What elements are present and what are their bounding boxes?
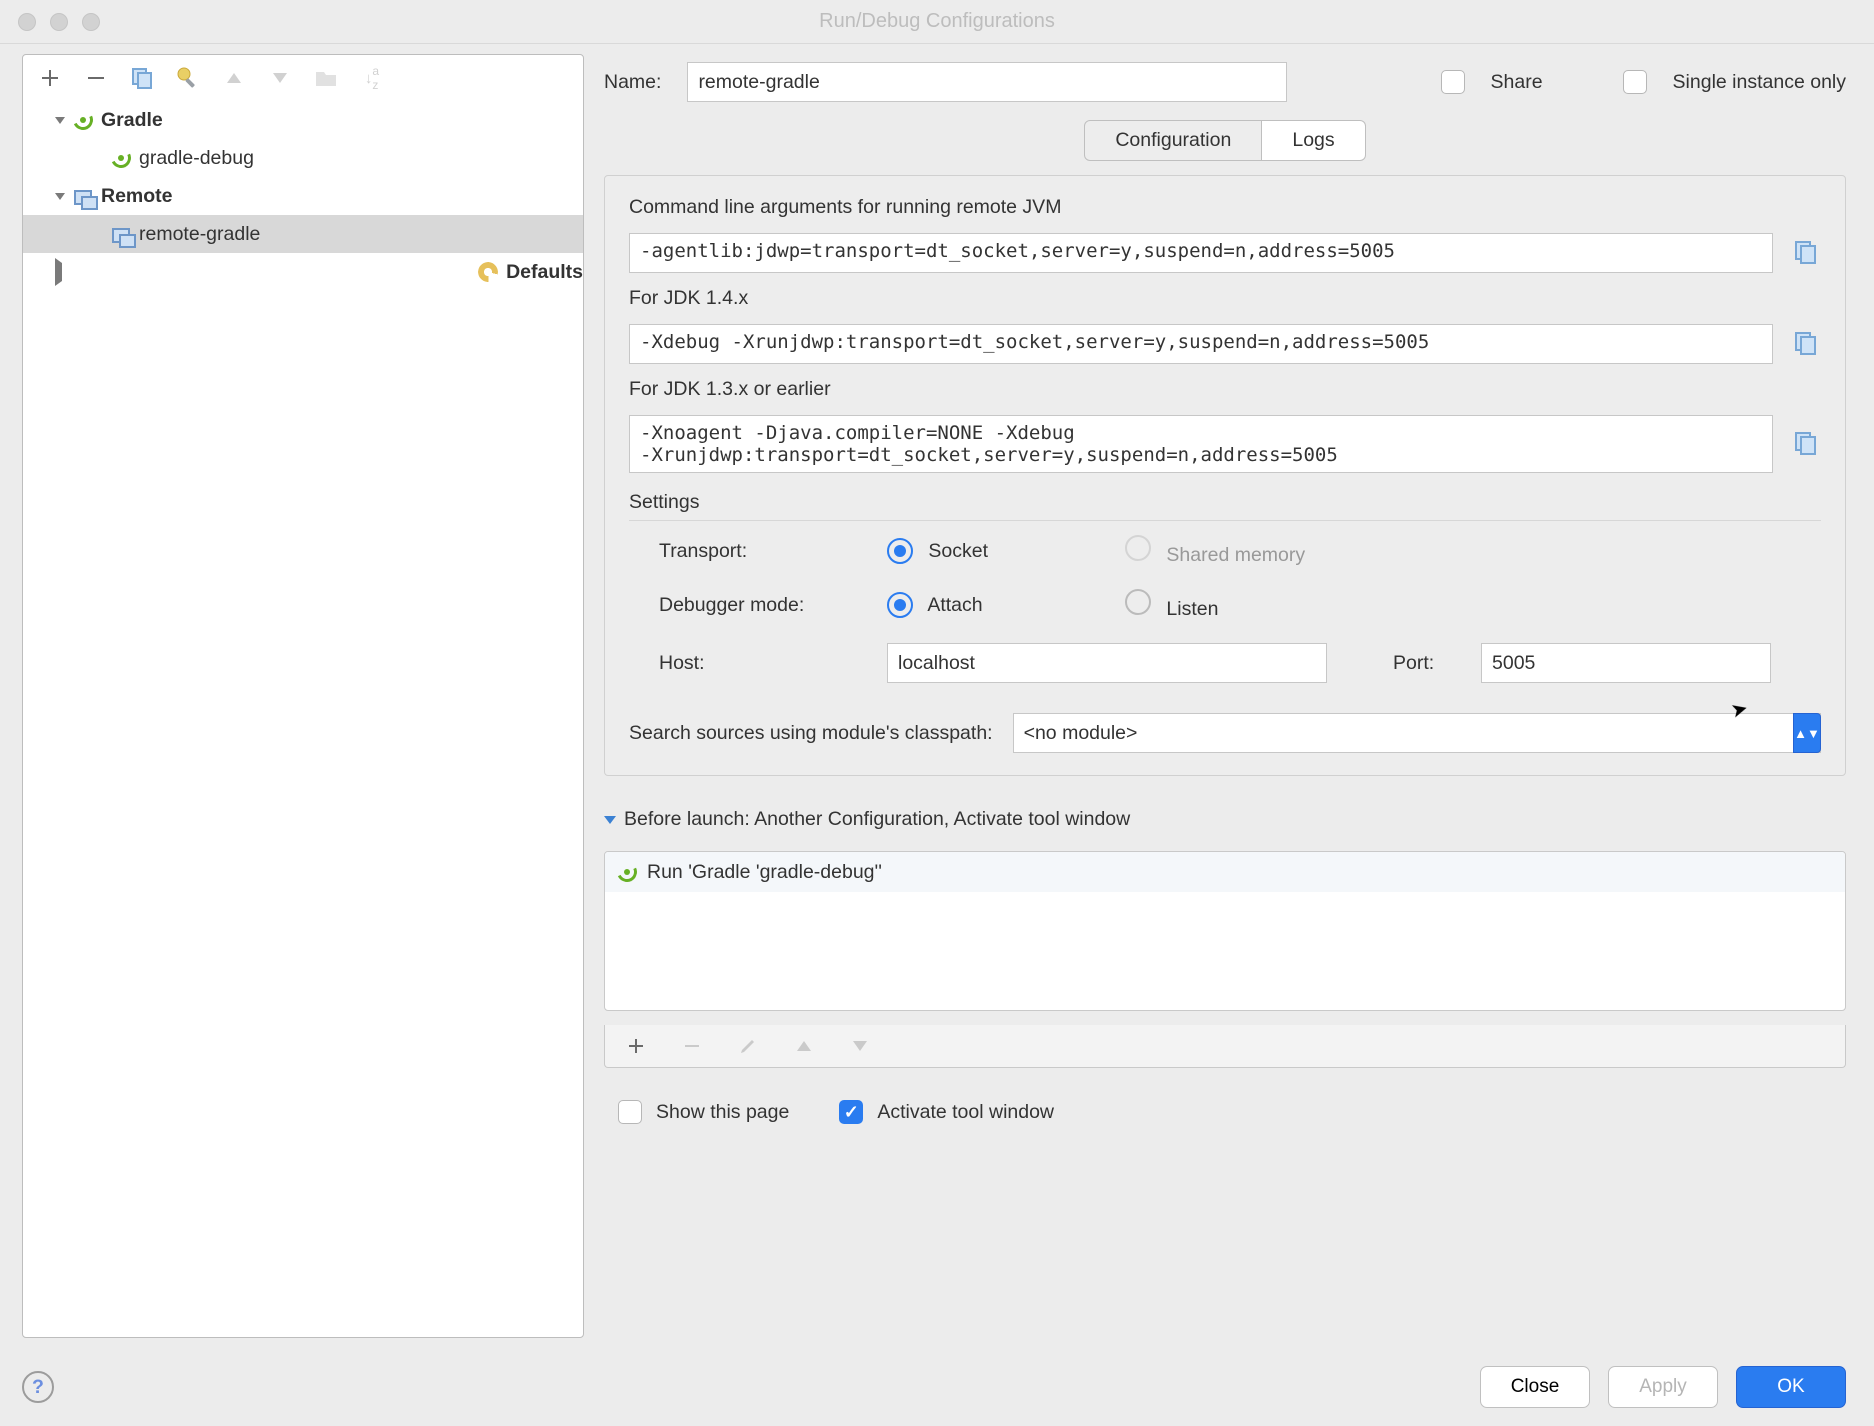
share-checkbox[interactable]: [1441, 70, 1465, 94]
name-label: Name:: [604, 71, 661, 94]
caret-updown-icon: [1793, 713, 1821, 753]
bottom-checks: Show this page Activate tool window: [604, 1100, 1846, 1124]
dialog-footer: ? Close Apply OK: [0, 1356, 1874, 1426]
close-button[interactable]: Close: [1480, 1366, 1590, 1408]
name-input[interactable]: [687, 62, 1287, 102]
show-this-page-label: Show this page: [656, 1101, 789, 1124]
tree-label: Remote: [101, 185, 173, 208]
show-this-page-checkbox[interactable]: [618, 1100, 642, 1124]
move-up-icon[interactable]: [219, 63, 249, 93]
tab-bar: Configuration Logs: [604, 120, 1846, 161]
maximize-window-icon[interactable]: [82, 13, 100, 31]
activate-tool-window-checkbox[interactable]: [839, 1100, 863, 1124]
copy-icon[interactable]: [1793, 430, 1821, 458]
move-task-down-icon[interactable]: [845, 1031, 875, 1061]
gradle-icon: [71, 108, 95, 132]
tree-node-remote-gradle[interactable]: remote-gradle: [23, 215, 583, 253]
minimize-window-icon[interactable]: [50, 13, 68, 31]
add-configuration-icon[interactable]: [35, 63, 65, 93]
tab-configuration[interactable]: Configuration: [1084, 120, 1262, 161]
folder-icon[interactable]: [311, 63, 341, 93]
copy-icon[interactable]: [1793, 239, 1821, 267]
tab-logs[interactable]: Logs: [1262, 120, 1365, 161]
traffic-lights: [18, 13, 100, 31]
ok-button[interactable]: OK: [1736, 1366, 1846, 1408]
before-launch-toolbar: [604, 1025, 1846, 1068]
list-item[interactable]: Run 'Gradle 'gradle-debug'': [605, 852, 1845, 892]
remove-configuration-icon[interactable]: [81, 63, 111, 93]
mode-listen-radio[interactable]: [1125, 589, 1151, 615]
host-input[interactable]: [887, 643, 1327, 683]
mode-label: Debugger mode:: [659, 594, 879, 617]
jdk14-label: For JDK 1.4.x: [629, 287, 1821, 310]
jdk13-label: For JDK 1.3.x or earlier: [629, 378, 1821, 401]
port-input[interactable]: [1481, 643, 1771, 683]
jdk13-value[interactable]: -Xnoagent -Djava.compiler=NONE -Xdebug -…: [629, 415, 1773, 473]
module-select-input[interactable]: <no module>: [1013, 713, 1821, 753]
chevron-down-icon: [55, 193, 65, 200]
remove-task-icon[interactable]: [677, 1031, 707, 1061]
before-launch-list: Run 'Gradle 'gradle-debug'': [604, 851, 1846, 1011]
before-launch-header[interactable]: Before launch: Another Configuration, Ac…: [604, 808, 1846, 831]
remote-icon: [109, 222, 133, 246]
port-label: Port:: [1393, 652, 1473, 675]
close-window-icon[interactable]: [18, 13, 36, 31]
help-icon[interactable]: ?: [22, 1371, 54, 1403]
tree-node-remote[interactable]: Remote: [23, 177, 583, 215]
tree-label: Defaults: [506, 261, 583, 284]
copy-icon[interactable]: [1793, 330, 1821, 358]
chevron-right-icon: [55, 258, 470, 286]
title-bar: Run/Debug Configurations: [0, 0, 1874, 44]
tree-node-gradle[interactable]: Gradle: [23, 101, 583, 139]
before-launch-task: Run 'Gradle 'gradle-debug'': [647, 861, 882, 884]
add-task-icon[interactable]: [621, 1031, 651, 1061]
share-label: Share: [1491, 71, 1543, 94]
sort-az-icon[interactable]: ↓az: [357, 63, 387, 93]
move-down-icon[interactable]: [265, 63, 295, 93]
host-label: Host:: [659, 652, 879, 675]
configuration-panel: Command line arguments for running remot…: [604, 175, 1846, 776]
transport-socket-label: Socket: [928, 540, 988, 562]
chevron-down-icon: [55, 117, 65, 124]
transport-shared-radio: [1125, 535, 1151, 561]
cmdline-value[interactable]: -agentlib:jdwp=transport=dt_socket,serve…: [629, 233, 1773, 273]
transport-label: Transport:: [659, 540, 879, 563]
configurations-sidebar: ↓az Gradle gradle-debug Remote: [22, 54, 584, 1338]
mode-attach-radio[interactable]: [887, 592, 913, 618]
transport-socket-radio[interactable]: [887, 538, 913, 564]
cmdline-label: Command line arguments for running remot…: [629, 196, 1821, 219]
activate-tool-window-label: Activate tool window: [877, 1101, 1054, 1124]
jdk14-value[interactable]: -Xdebug -Xrunjdwp:transport=dt_socket,se…: [629, 324, 1773, 364]
single-instance-label: Single instance only: [1673, 71, 1846, 94]
settings-block: Settings Transport: Socket Shared memory: [629, 491, 1821, 683]
tree-label: remote-gradle: [139, 223, 260, 246]
mode-attach-label: Attach: [927, 594, 982, 616]
gradle-icon: [615, 860, 639, 884]
move-task-up-icon[interactable]: [789, 1031, 819, 1061]
chevron-down-icon: [604, 816, 616, 824]
apply-button[interactable]: Apply: [1608, 1366, 1718, 1408]
remote-icon: [71, 184, 95, 208]
wrench-icon: [476, 260, 500, 284]
before-launch-title: Before launch: Another Configuration, Ac…: [624, 808, 1130, 831]
tree-node-defaults[interactable]: Defaults: [23, 253, 583, 291]
copy-configuration-icon[interactable]: [127, 63, 157, 93]
single-instance-checkbox[interactable]: [1623, 70, 1647, 94]
window-title: Run/Debug Configurations: [0, 10, 1874, 33]
sidebar-toolbar: ↓az: [23, 55, 583, 99]
tree-label: gradle-debug: [139, 147, 254, 170]
right-panel: Name: Share Single instance only Configu…: [596, 44, 1874, 1356]
transport-shared-label: Shared memory: [1166, 544, 1305, 566]
edit-templates-icon[interactable]: [173, 63, 203, 93]
search-sources-label: Search sources using module's classpath:: [629, 722, 993, 745]
gradle-icon: [109, 146, 133, 170]
mode-listen-label: Listen: [1166, 598, 1218, 620]
settings-title: Settings: [629, 491, 1821, 514]
tree-label: Gradle: [101, 109, 163, 132]
module-select[interactable]: <no module>: [1013, 713, 1821, 753]
edit-task-icon[interactable]: [733, 1031, 763, 1061]
tree-node-gradle-debug[interactable]: gradle-debug: [23, 139, 583, 177]
configurations-tree: Gradle gradle-debug Remote remote-gradle: [23, 99, 583, 1337]
